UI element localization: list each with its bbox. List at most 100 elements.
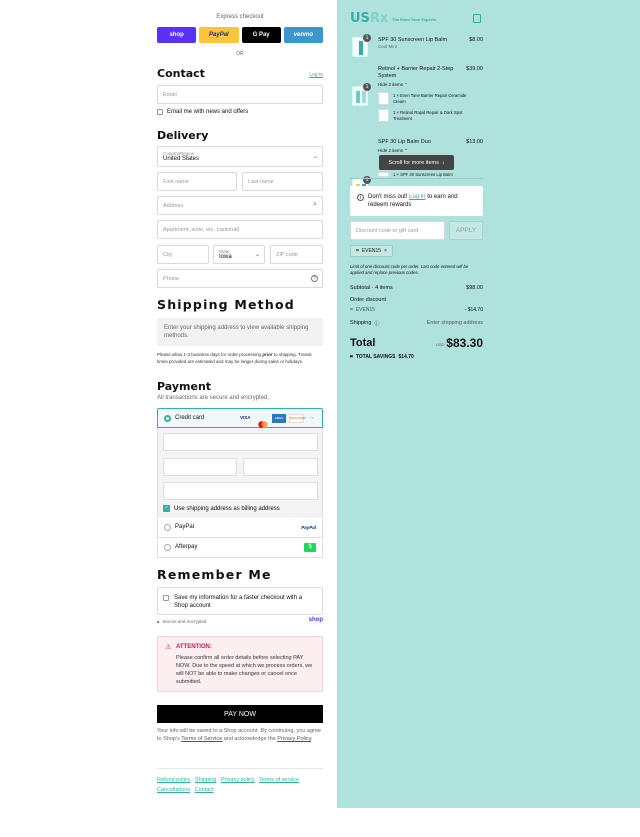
scroll-more-label: Scroll for more items — [388, 159, 439, 166]
paypal-button[interactable]: PayPal — [199, 27, 239, 43]
shop-pay-button[interactable]: shop — [157, 27, 197, 43]
afterpay-option[interactable]: Afterpay $ — [157, 538, 323, 558]
email-field[interactable]: Email — [157, 85, 323, 104]
rewards-text-a: Don't miss out! — [368, 194, 410, 200]
quantity-badge: 1 — [363, 34, 371, 42]
city-field[interactable]: City — [157, 245, 209, 264]
afterpay-logo-icon: $ — [304, 543, 316, 552]
legal-text-b: and acknowledge the — [222, 736, 278, 743]
shipping-link[interactable]: Shipping — [195, 777, 216, 783]
phone-placeholder: Phone — [163, 275, 179, 282]
discount-value: - $14.70 — [464, 307, 483, 313]
payment-subtitle: All transactions are secure and encrypte… — [157, 395, 270, 401]
card-fields-area: ✓ Use shipping address as billing addres… — [157, 428, 323, 518]
zip-field[interactable]: ZIP code — [270, 245, 323, 264]
legal-text-c: . — [311, 736, 313, 743]
apartment-field[interactable]: Apartment, suite, etc. (optional) — [157, 220, 323, 239]
name-on-card-field[interactable] — [163, 482, 318, 500]
expiry-field[interactable] — [163, 458, 237, 476]
shipping-line: Shipping ⓘ — [350, 320, 379, 327]
arrow-right-icon: → — [308, 414, 315, 421]
savings-label: TOTAL SAVINGS — [355, 354, 396, 360]
contact-heading: Contact — [157, 67, 205, 80]
product-image — [362, 91, 366, 103]
pay-now-button[interactable]: PAY NOW — [157, 705, 323, 723]
newsletter-option[interactable]: Email me with news and offers — [157, 109, 248, 115]
help-icon[interactable]: ? — [311, 275, 318, 282]
chevron-up-icon: ⌃ — [404, 82, 409, 87]
radio-selected[interactable] — [164, 415, 171, 422]
hide-items-toggle[interactable]: Hide 2 items ⌃ — [378, 148, 408, 154]
discount-code-text: EVEN15 — [355, 307, 376, 313]
total-savings: ⌗ TOTAL SAVINGS $14.70 — [350, 354, 414, 360]
phone-field[interactable]: Phone ? — [157, 269, 323, 288]
close-icon[interactable]: × — [384, 248, 387, 254]
subtotal-label: Subtotal · 4 items — [350, 285, 393, 291]
subitem-name: 1 × Even Tone Barrier Repair Ceramide Cr… — [393, 93, 467, 104]
subtotal-value: $98.00 — [466, 285, 483, 291]
google-pay-button[interactable]: G Pay — [241, 27, 281, 43]
credit-card-label: Credit card — [175, 415, 205, 421]
help-icon[interactable]: ⓘ — [374, 320, 379, 327]
paypal-logo-icon: PayPal — [301, 525, 316, 530]
search-icon: ⌕ — [313, 201, 317, 208]
radio-unselected[interactable] — [164, 544, 171, 551]
item-thumbnail: 1 — [352, 34, 371, 57]
or-divider: OR — [236, 51, 244, 57]
total-value: $83.30 — [446, 336, 483, 350]
venmo-button[interactable]: venmo — [283, 27, 323, 43]
logo-rx: Rx — [369, 11, 389, 26]
credit-card-option[interactable]: Credit card VISA AMEX DISCOVER → — [157, 408, 323, 428]
last-name-field[interactable]: Last name — [242, 172, 323, 191]
item-name: Retinol + Barrier Repair 2-Step System — [378, 66, 454, 80]
cart-bag-icon[interactable] — [473, 14, 481, 23]
card-number-field[interactable] — [163, 433, 318, 451]
cancellations-link[interactable]: Cancellations — [157, 787, 190, 793]
save-info-checkbox[interactable] — [163, 595, 169, 601]
remember-me-heading: Remember Me — [157, 567, 272, 582]
newsletter-checkbox[interactable] — [157, 109, 163, 115]
scroll-more-tooltip[interactable]: Scroll for more items ↓ — [379, 155, 454, 170]
hide-items-toggle[interactable]: Hide 2 items ⌃ — [378, 82, 408, 88]
country-select[interactable]: Country/Region United States ⌄ — [157, 146, 323, 167]
address-field[interactable]: Address ⌕ — [157, 196, 323, 215]
first-name-field[interactable]: First name — [157, 172, 237, 191]
check-icon[interactable]: ✓ — [163, 505, 170, 512]
attention-box: ⚠ ATTENTION: Please confirm all order de… — [157, 636, 323, 692]
discover-icon: DISCOVER — [289, 414, 306, 423]
visa-icon: VISA — [240, 415, 251, 420]
item-name: SPF 30 Lip Balm Duo — [378, 139, 431, 145]
discount-code-field[interactable]: Discount code or gift card — [350, 221, 445, 240]
terms-of-service-link[interactable]: Terms of service — [259, 777, 299, 783]
apply-button[interactable]: APPLY — [449, 221, 483, 240]
brand-logo[interactable]: USRx — [350, 11, 388, 26]
brand-tagline: The Even Tone Experts — [392, 17, 436, 22]
radio-unselected[interactable] — [164, 524, 171, 531]
currency-label: USD — [436, 342, 445, 347]
item-thumbnail: 1 — [352, 83, 371, 106]
save-info-box[interactable]: Save my information for a faster checkou… — [157, 587, 323, 615]
afterpay-label: Afterpay — [175, 544, 198, 550]
tag-icon: ⌗ — [350, 354, 353, 360]
attention-title: ATTENTION: — [176, 644, 212, 650]
privacy-link[interactable]: Privacy Policy — [277, 736, 311, 742]
state-select[interactable]: State Iowa ⌄ — [213, 245, 265, 264]
amex-icon: AMEX — [272, 414, 286, 423]
cvv-field[interactable] — [243, 458, 318, 476]
footer-divider — [157, 768, 323, 769]
contact-link[interactable]: Contact — [195, 787, 214, 793]
rewards-login-link[interactable]: Log in — [409, 194, 425, 200]
shipping-note-a: Please allow 1-3 business days for order… — [157, 352, 263, 357]
terms-link[interactable]: Terms of Service — [181, 736, 222, 742]
lock-icon: 🔒︎ — [157, 619, 160, 624]
privacy-policy-link[interactable]: Privacy policy — [221, 777, 255, 783]
discount-code-line: ⌗ EVEN15 — [350, 307, 375, 313]
address-placeholder: Address — [163, 202, 184, 209]
paypal-option[interactable]: PayPal PayPal — [157, 518, 323, 538]
shipping-notice: Enter your shipping address to view avai… — [157, 318, 323, 346]
refund-policy-link[interactable]: Refund policy — [157, 777, 190, 783]
payment-heading: Payment — [157, 380, 212, 393]
login-link[interactable]: Log in — [309, 72, 323, 78]
billing-same-option[interactable]: ✓ Use shipping address as billing addres… — [163, 505, 280, 512]
rewards-banner: i Don't miss out! Log in to earn and red… — [350, 186, 483, 216]
